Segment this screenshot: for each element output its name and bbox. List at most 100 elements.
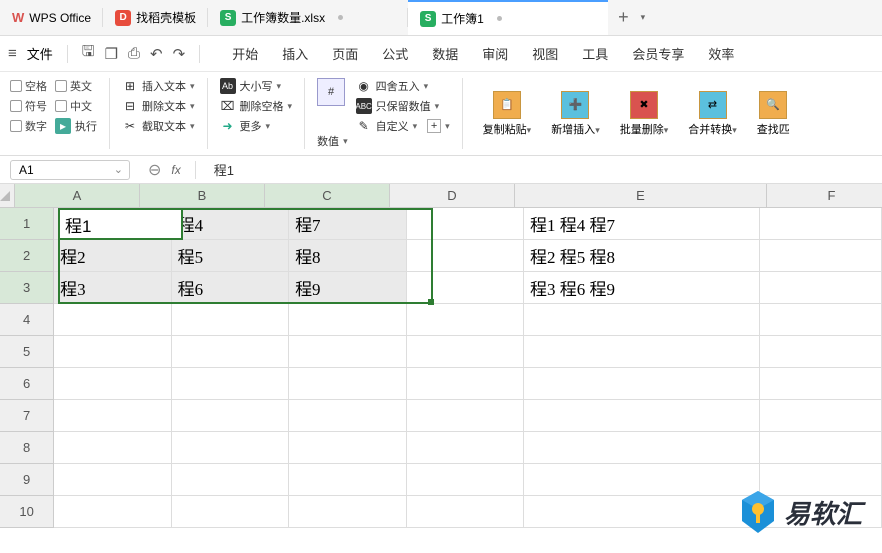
cell-B5[interactable] [172, 336, 289, 368]
formula-input[interactable]: 程1 [214, 160, 234, 179]
row-header-9[interactable]: 9 [0, 464, 54, 496]
plus-button[interactable]: + [427, 119, 441, 133]
tab-workbook-1[interactable]: S 工作簿1 [408, 0, 608, 35]
cell-D7[interactable] [407, 400, 524, 432]
cell-A9[interactable] [54, 464, 171, 496]
fx-icon[interactable]: fx [171, 163, 180, 177]
cell-E9[interactable] [524, 464, 760, 496]
ribbon-tab-formula[interactable]: 公式 [382, 44, 408, 63]
cell-E1[interactable]: 程1 程4 程7 [524, 208, 760, 240]
cell-C8[interactable] [289, 432, 406, 464]
merge-convert-button[interactable]: ⇄合并转换▾ [680, 78, 745, 149]
row-header-5[interactable]: 5 [0, 336, 54, 368]
hamburger-icon[interactable]: ≡ [8, 45, 17, 62]
chk-english[interactable]: 英文 [55, 78, 92, 94]
cell-E4[interactable] [524, 304, 760, 336]
keep-number-button[interactable]: ABC只保留数值▾ [356, 98, 450, 114]
chk-symbol[interactable]: 符号 [10, 98, 47, 114]
tab-wps[interactable]: W WPS Office [0, 0, 103, 35]
more-button[interactable]: ➜更多▾ [220, 118, 293, 134]
cell-E10[interactable] [524, 496, 760, 528]
cell-F2[interactable] [760, 240, 882, 272]
cell-F7[interactable] [760, 400, 882, 432]
cell-B6[interactable] [172, 368, 289, 400]
ribbon-tab-tools[interactable]: 工具 [582, 44, 608, 63]
col-header-E[interactable]: E [515, 184, 767, 208]
delete-space-button[interactable]: ⌧删除空格▾ [220, 98, 293, 114]
cell-D2[interactable] [407, 240, 524, 272]
cell-B8[interactable] [172, 432, 289, 464]
new-insert-button[interactable]: ➕新增插入▾ [543, 78, 608, 149]
cell-F5[interactable] [760, 336, 882, 368]
col-header-B[interactable]: B [140, 184, 265, 208]
cell-D9[interactable] [407, 464, 524, 496]
cell-B4[interactable] [172, 304, 289, 336]
row-header-4[interactable]: 4 [0, 304, 54, 336]
extract-text-button[interactable]: ✂截取文本▾ [122, 118, 195, 134]
cell-A5[interactable] [54, 336, 171, 368]
cell-A10[interactable] [54, 496, 171, 528]
tab-menu-dropdown[interactable]: ▾ [641, 12, 646, 23]
ribbon-tab-data[interactable]: 数据 [432, 44, 458, 63]
cell-C6[interactable] [289, 368, 406, 400]
cell-E6[interactable] [524, 368, 760, 400]
cell-B9[interactable] [172, 464, 289, 496]
batch-delete-button[interactable]: ✖批量删除▾ [612, 78, 677, 149]
ribbon-tab-start[interactable]: 开始 [232, 44, 258, 63]
cell-C3[interactable]: 程9 [289, 272, 406, 304]
row-header-6[interactable]: 6 [0, 368, 54, 400]
cell-F1[interactable] [760, 208, 882, 240]
tab-template[interactable]: D 找稻壳模板 [103, 0, 208, 35]
delete-text-button[interactable]: ⊟删除文本▾ [122, 98, 195, 114]
redo-icon[interactable]: ↷ [173, 45, 186, 63]
cell-D5[interactable] [407, 336, 524, 368]
file-menu[interactable]: 文件 [27, 44, 53, 63]
exec-button[interactable]: ▸执行 [55, 118, 97, 134]
cell-B10[interactable] [172, 496, 289, 528]
cell-B3[interactable]: 程6 [172, 272, 289, 304]
cell-F8[interactable] [760, 432, 882, 464]
cell-D4[interactable] [407, 304, 524, 336]
ribbon-tab-view[interactable]: 视图 [532, 44, 558, 63]
ribbon-tab-page[interactable]: 页面 [332, 44, 358, 63]
row-header-1[interactable]: 1 [0, 208, 54, 240]
custom-button[interactable]: ✎自定义▾+▾ [356, 118, 450, 134]
cell-C9[interactable] [289, 464, 406, 496]
insert-text-button[interactable]: ⊞插入文本▾ [122, 78, 195, 94]
col-header-C[interactable]: C [265, 184, 390, 208]
copy-icon[interactable]: ❐ [105, 45, 118, 63]
cell-F4[interactable] [760, 304, 882, 336]
cell-C7[interactable] [289, 400, 406, 432]
chk-blank[interactable]: 空格 [10, 78, 47, 94]
cell-A8[interactable] [54, 432, 171, 464]
cell-D8[interactable] [407, 432, 524, 464]
cell-C5[interactable] [289, 336, 406, 368]
cell-F6[interactable] [760, 368, 882, 400]
row-header-2[interactable]: 2 [0, 240, 54, 272]
cell-A6[interactable] [54, 368, 171, 400]
cell-E3[interactable]: 程3 程6 程9 [524, 272, 760, 304]
col-header-F[interactable]: F [767, 184, 882, 208]
row-header-10[interactable]: 10 [0, 496, 54, 528]
row-header-8[interactable]: 8 [0, 432, 54, 464]
row-header-3[interactable]: 3 [0, 272, 54, 304]
cell-A7[interactable] [54, 400, 171, 432]
cell-D10[interactable] [407, 496, 524, 528]
copy-paste-button[interactable]: 📋复制粘贴▾ [475, 78, 540, 149]
cell-F3[interactable] [760, 272, 882, 304]
cell-A3[interactable]: 程3 [54, 272, 171, 304]
add-tab-button[interactable]: + [608, 7, 639, 28]
cell-D1[interactable] [407, 208, 524, 240]
print-icon[interactable]: ⎙ [128, 45, 140, 62]
col-header-A[interactable]: A [15, 184, 140, 208]
case-button[interactable]: Ab大小写▾ [220, 78, 293, 94]
col-header-D[interactable]: D [390, 184, 515, 208]
cell-A4[interactable] [54, 304, 171, 336]
cell-E7[interactable] [524, 400, 760, 432]
name-box[interactable]: A1 [10, 160, 130, 180]
cancel-icon[interactable]: ⊖ [148, 160, 161, 180]
cell-A2[interactable]: 程2 [54, 240, 171, 272]
tab-workbook-count[interactable]: S 工作簿数量.xlsx [208, 0, 408, 35]
cell-C1[interactable]: 程7 [289, 208, 406, 240]
undo-icon[interactable]: ↶ [150, 45, 163, 63]
